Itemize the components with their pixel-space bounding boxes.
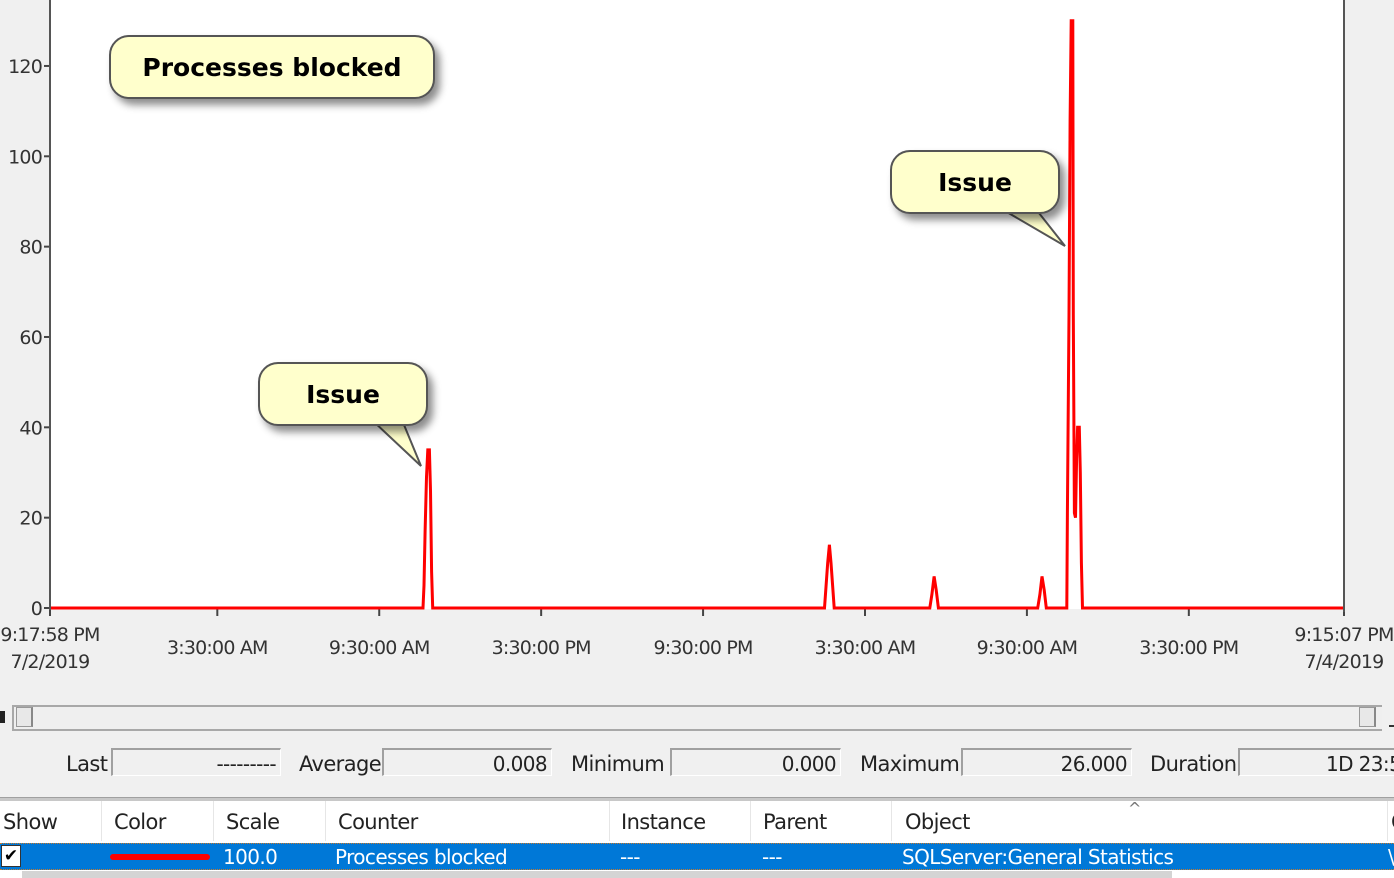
- issue-callout-1-text: Issue: [306, 379, 380, 409]
- cell-counter: Processes blocked: [335, 845, 508, 869]
- column-header-parent[interactable]: Parent: [751, 801, 892, 841]
- duration-value: 1D 23:5: [1238, 748, 1394, 776]
- sort-ascending-icon: ^: [1128, 799, 1142, 818]
- last-label: Last: [66, 752, 108, 776]
- x-tick-label: 9:17:58 PM: [0, 624, 99, 646]
- maximum-label: Maximum: [860, 752, 960, 776]
- chart-title: Processes blocked: [142, 52, 402, 82]
- x-tick-label: 9:30:00 AM: [977, 637, 1078, 659]
- performance-graph: 0 20 40 60 80 100 120 9:17:58 PM 7/2/2019 3:30:0…: [0, 0, 1394, 700]
- y-tick-label: 120: [8, 56, 42, 78]
- y-tick-label: 60: [19, 327, 42, 349]
- y-tick-label: 80: [19, 237, 42, 259]
- column-header-color[interactable]: Color: [102, 801, 214, 841]
- cell-scale: 100.0: [223, 845, 278, 869]
- color-swatch: [110, 854, 210, 860]
- chart-svg: 0 20 40 60 80 100 120 9:17:58 PM 7/2/2019 3:30:0…: [0, 0, 1394, 673]
- range-start-handle[interactable]: [16, 707, 33, 727]
- cell-computer: \: [1388, 845, 1394, 869]
- column-header-scale[interactable]: Scale: [214, 801, 326, 841]
- x-tick-label: 7/2/2019: [11, 651, 90, 673]
- y-tick-label: 20: [19, 508, 42, 530]
- y-tick-label: 0: [31, 598, 42, 620]
- horizontal-scrollbar[interactable]: [22, 871, 1172, 878]
- cell-parent: ---: [762, 845, 782, 869]
- x-tick-label: 3:30:00 PM: [492, 637, 591, 659]
- column-header-show[interactable]: Show: [0, 801, 102, 841]
- scroll-right-edge[interactable]: [1389, 711, 1394, 727]
- x-tick-label: 9:30:00 AM: [329, 637, 430, 659]
- y-tick-label: 40: [19, 417, 42, 439]
- time-range-scrollbar[interactable]: [0, 705, 1394, 731]
- average-label: Average: [299, 752, 382, 776]
- cell-instance: ---: [620, 845, 640, 869]
- issue-callout-1: Issue: [258, 362, 428, 426]
- statistics-bar: Last --------- Average 0.008 Minimum 0.0…: [0, 748, 1394, 782]
- cell-object: SQLServer:General Statistics: [902, 845, 1174, 869]
- x-tick-label: 3:30:00 PM: [1139, 637, 1238, 659]
- x-tick-label: 9:30:00 PM: [654, 637, 753, 659]
- duration-label: Duration: [1150, 752, 1237, 776]
- x-tick-label: 3:30:00 AM: [815, 637, 916, 659]
- issue-callout-2: Issue: [890, 150, 1060, 214]
- y-tick-label: 100: [8, 146, 42, 168]
- show-checkbox[interactable]: ✔: [1, 845, 21, 867]
- last-value: ---------: [111, 748, 281, 776]
- title-callout: Processes blocked: [109, 35, 435, 99]
- x-tick-label: 3:30:00 AM: [167, 637, 268, 659]
- minimum-label: Minimum: [571, 752, 665, 776]
- maximum-value: 26.000: [961, 748, 1132, 776]
- counter-list: Show Color Scale Counter Instance Parent…: [0, 799, 1394, 878]
- scroll-track[interactable]: [12, 705, 1382, 731]
- column-header-counter[interactable]: Counter: [326, 801, 610, 841]
- column-header-computer[interactable]: C: [1388, 801, 1394, 841]
- x-tick-label: 9:15:07 PM: [1294, 624, 1393, 646]
- column-header-instance[interactable]: Instance: [610, 801, 751, 841]
- issue-callout-2-text: Issue: [938, 167, 1012, 197]
- table-row[interactable]: ✔ 100.0 Processes blocked --- --- SQLSer…: [0, 843, 1394, 870]
- minimum-value: 0.000: [670, 748, 841, 776]
- scroll-left-edge[interactable]: [0, 711, 5, 723]
- x-tick-label: 7/4/2019: [1305, 651, 1384, 673]
- average-value: 0.008: [382, 748, 552, 776]
- range-end-handle[interactable]: [1359, 707, 1376, 727]
